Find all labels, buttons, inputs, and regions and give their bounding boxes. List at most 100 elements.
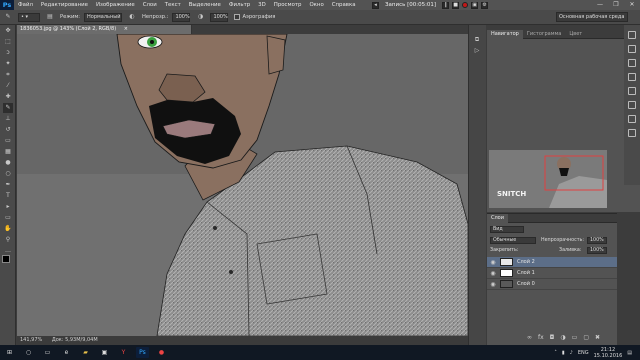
eraser-tool-icon[interactable]: ▭ [3,136,13,146]
delete-layer-icon[interactable]: ✖ [595,334,600,341]
path-select-tool-icon[interactable]: ▸ [3,202,13,212]
folder-icon[interactable]: ▰ [79,347,92,358]
close-document-icon[interactable]: × [124,26,128,32]
recorder-settings-icon[interactable]: ⚙ [481,1,489,9]
layer-fill-input[interactable]: 100% [587,247,607,254]
menu-type[interactable]: Текст [161,2,185,8]
flow-input[interactable]: 100% [210,12,229,22]
history-panel-icon[interactable]: ⧉ [472,35,482,45]
menu-file[interactable]: Файл [14,2,37,8]
visibility-eye-icon[interactable]: ◉ [489,259,497,266]
mask-icon[interactable]: ◘ [550,334,555,341]
airbrush-checkbox[interactable] [234,14,241,20]
link-layers-icon[interactable]: ∞ [527,334,532,341]
character-panel-icon[interactable] [628,115,636,123]
layer-row[interactable]: ◉ Слой 2 [487,257,617,268]
hand-tool-icon[interactable]: ✋ [3,224,13,234]
history-brush-tool-icon[interactable]: ↺ [3,125,13,135]
adjustments-panel-icon[interactable] [628,59,636,67]
windows-start-icon[interactable]: ⊞ [3,347,16,358]
tab-color[interactable]: Цвет [565,30,586,39]
brush-tool-icon[interactable]: ✎ [3,103,13,113]
menu-window[interactable]: Окно [305,2,327,8]
gradient-tool-icon[interactable]: ▦ [3,147,13,157]
menu-edit[interactable]: Редактирование [37,2,92,8]
paths-panel-icon[interactable] [628,129,636,137]
pressure-opacity-icon[interactable]: ◐ [127,12,137,22]
eyedropper-tool-icon[interactable]: ⁄ [3,81,13,91]
quick-select-tool-icon[interactable]: ✦ [3,59,13,69]
pen-tool-icon[interactable]: ✒ [3,180,13,190]
zoom-tool-icon[interactable]: ⚲ [3,235,13,245]
brush-tool-icon[interactable]: ✎ [3,12,13,22]
paragraph-panel-icon[interactable] [628,101,636,109]
styles-panel-icon[interactable] [628,73,636,81]
menu-3d[interactable]: 3D [254,2,270,8]
properties-panel-icon[interactable] [628,87,636,95]
recorder-stop-icon[interactable]: ■ [452,1,460,9]
status-zoom[interactable]: 141,97% [20,337,42,343]
color-panel-icon[interactable] [628,31,636,39]
marquee-tool-icon[interactable]: ⬚ [3,37,13,47]
layer-row[interactable]: ◉ Слой 0 [487,279,617,290]
layer-opacity-input[interactable]: 100% [587,237,607,244]
minimize-button[interactable]: — [592,0,608,10]
photoshop-taskbar-icon[interactable]: Ps [136,347,149,358]
menu-image[interactable]: Изображение [92,2,139,8]
document-tab[interactable]: 1836053.jpg @ 143% (Слой 2, RGB/8) × [17,25,192,34]
language-indicator[interactable]: ENG [578,350,589,356]
tray-arrow-icon[interactable]: ˄ [554,350,557,356]
opacity-input[interactable]: 100% [172,12,191,22]
search-icon[interactable]: ○ [22,347,35,358]
type-tool-icon[interactable]: T [3,191,13,201]
clock[interactable]: 21:12 15.10.2016 [594,347,623,359]
menu-help[interactable]: Справка [328,2,360,8]
lasso-tool-icon[interactable]: ↄ [3,48,13,58]
brush-preset-picker[interactable]: • ▾ [18,12,40,22]
notifications-icon[interactable]: ▤ [627,350,632,356]
group-icon[interactable]: ▭ [572,334,578,341]
shape-tool-icon[interactable]: ▭ [3,213,13,223]
restore-button[interactable]: ❐ [608,0,624,10]
move-tool-icon[interactable]: ✥ [3,26,13,36]
network-icon[interactable]: ▮ [562,350,565,356]
tab-navigator[interactable]: Навигатор [487,29,523,39]
actions-panel-icon[interactable]: ▷ [472,46,482,56]
swatches-panel-icon[interactable] [628,45,636,53]
workspace-select[interactable]: Основная рабочая среда [556,12,628,22]
pressure-size-icon[interactable]: ◑ [195,12,205,22]
recorder-pause-icon[interactable]: ‖ [442,1,450,9]
store-icon[interactable]: ▣ [98,347,111,358]
browser-icon[interactable]: e [60,347,73,358]
blend-mode-select[interactable]: Обычные [490,237,536,244]
visibility-eye-icon[interactable]: ◉ [489,281,497,288]
healing-tool-icon[interactable]: ✚ [3,92,13,102]
volume-icon[interactable]: ♪ [570,350,573,356]
visibility-eye-icon[interactable]: ◉ [489,270,497,277]
canvas[interactable] [17,34,468,336]
menu-view[interactable]: Просмотр [270,2,306,8]
new-layer-icon[interactable]: ▢ [583,334,589,341]
tab-layers[interactable]: Слои [487,213,508,223]
layer-row[interactable]: ◉ Слой 1 [487,268,617,279]
mode-select[interactable]: Нормальный [84,12,123,22]
menu-select[interactable]: Выделение [185,2,225,8]
menu-layers[interactable]: Слои [139,2,161,8]
fx-icon[interactable]: fx [538,334,544,341]
recorder-taskbar-icon[interactable]: ● [155,347,168,358]
dodge-tool-icon[interactable]: ○ [3,169,13,179]
blur-tool-icon[interactable]: ● [3,158,13,168]
brush-panel-icon[interactable]: ▤ [45,12,55,22]
crop-tool-icon[interactable]: ⌗ [3,70,13,80]
adjustment-layer-icon[interactable]: ◑ [560,334,565,341]
recorder-camera-icon[interactable]: ▣ [471,1,479,9]
layer-filter-select[interactable]: Вид [490,226,524,233]
foreground-color-swatch[interactable] [2,255,10,263]
yandex-browser-icon[interactable]: Y [117,347,130,358]
stamp-tool-icon[interactable]: ⊥ [3,114,13,124]
recorder-prev-icon[interactable]: ◂ [372,1,379,9]
recorder-record-icon[interactable] [462,2,469,8]
navigator-thumbnail[interactable]: SNITCH [489,150,607,208]
tab-histogram[interactable]: Гистограмма [523,30,566,39]
photoshop-logo[interactable]: Ps [0,0,14,10]
